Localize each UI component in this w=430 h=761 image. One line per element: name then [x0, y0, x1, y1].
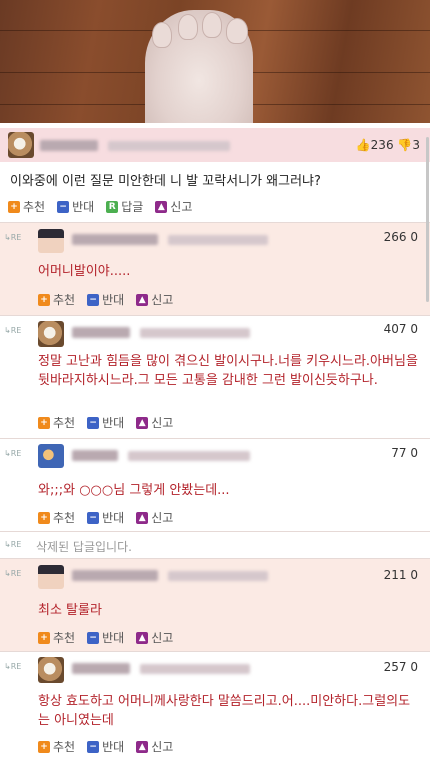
post-actions: + 추천 − 반대 R 답글 ▲ 신고: [8, 198, 192, 215]
re-label: ↳RE: [4, 569, 22, 578]
commenter-avatar[interactable]: [38, 565, 64, 589]
comment-vote-count: 77 0: [391, 446, 418, 460]
comment-date: [140, 664, 250, 674]
comment-item: ↳RE 407 0 정말 고난과 힘듬을 많이 겪으신 발이시구나.너를 키우시…: [0, 316, 430, 438]
recommend-button[interactable]: + 추천: [38, 738, 75, 755]
recommend-button[interactable]: + 추천: [38, 629, 75, 646]
comment-date: [168, 571, 268, 581]
re-label: ↳RE: [4, 540, 22, 549]
comment-actions: + 추천 − 반대 ▲ 신고: [38, 414, 173, 431]
recommend-button[interactable]: + 추천: [8, 198, 45, 215]
comment-actions: + 추천 − 반대 ▲ 신고: [38, 629, 173, 646]
deleted-text: 삭제된 답글입니다.: [36, 540, 132, 554]
vote-up-count: 236: [370, 138, 394, 152]
report-button[interactable]: ▲ 신고: [136, 629, 173, 646]
re-label: ↳RE: [4, 449, 22, 458]
report-icon: ▲: [136, 511, 149, 524]
report-button[interactable]: ▲ 신고: [136, 738, 173, 755]
comment-item: ↳RE 266 0 어머니발이야..... + 추천 − 반대 ▲ 신고: [0, 223, 430, 315]
minus-icon: −: [87, 293, 100, 306]
oppose-button[interactable]: − 반대: [87, 291, 124, 308]
minus-icon: −: [87, 511, 100, 524]
reply-button[interactable]: R 답글: [106, 198, 143, 215]
re-label: ↳RE: [4, 233, 22, 242]
commenter-name[interactable]: [72, 234, 158, 245]
comment-text: 어머니발이야.....: [38, 264, 131, 279]
comment-actions: + 추천 − 반대 ▲ 신고: [38, 509, 173, 526]
report-button[interactable]: ▲ 신고: [136, 414, 173, 431]
author-avatar[interactable]: [8, 132, 34, 158]
post-date: [108, 141, 230, 151]
comment-date: [128, 451, 250, 461]
post-photo: [0, 0, 430, 123]
comment-item: ↳RE 257 0 항상 효도하고 어머니께사랑한다 말씀드리고.어....미안…: [0, 652, 430, 761]
comment-text: 항상 효도하고 어머니께사랑한다 말씀드리고.어....미안하다.그럴의도는 아…: [38, 694, 411, 728]
vote-down-count: 3: [412, 138, 420, 152]
oppose-button[interactable]: − 반대: [87, 738, 124, 755]
comment-vote-count: 407 0: [383, 322, 418, 336]
commenter-avatar[interactable]: [38, 229, 64, 253]
deleted-comment: ↳RE 삭제된 답글입니다.: [0, 532, 430, 558]
oppose-button[interactable]: − 반대: [57, 198, 94, 215]
report-button[interactable]: ▲ 신고: [136, 509, 173, 526]
vote-summary: 👍236 👎3: [356, 138, 420, 152]
scrollbar[interactable]: [426, 137, 429, 302]
comment-date: [140, 328, 250, 338]
oppose-button[interactable]: − 반대: [87, 509, 124, 526]
reply-icon: R: [106, 200, 119, 213]
minus-icon: −: [87, 631, 100, 644]
plus-icon: +: [38, 740, 50, 753]
minus-icon: −: [57, 200, 70, 213]
minus-icon: −: [87, 740, 100, 753]
re-label: ↳RE: [4, 662, 22, 671]
plus-icon: +: [38, 511, 50, 524]
comment-actions: + 추천 − 반대 ▲ 신고: [38, 291, 173, 308]
report-icon: ▲: [136, 293, 149, 306]
comment-vote-count: 211 0: [383, 568, 418, 582]
comment-text: 최소 탈룰라: [38, 603, 102, 618]
report-icon: ▲: [136, 740, 149, 753]
post-title: 이와중에 이런 질문 미안한데 니 발 꼬락서니가 왜그러냐?: [10, 174, 321, 189]
plus-icon: +: [38, 293, 50, 306]
comment-vote-count: 257 0: [383, 660, 418, 674]
comment-text: 정말 고난과 힘듬을 많이 겪으신 발이시구나.너를 키우시느라.아버님을 뒷바…: [38, 354, 418, 388]
plus-icon: +: [38, 416, 50, 429]
post-body: 이와중에 이런 질문 미안한데 니 발 꼬락서니가 왜그러냐? + 추천 − 반대 …: [0, 162, 430, 222]
plus-icon: +: [38, 631, 50, 644]
report-icon: ▲: [136, 416, 149, 429]
comment-text: 와;;;와 ○○○님 그렇게 안봤는데...: [38, 483, 230, 498]
commenter-avatar[interactable]: [38, 321, 64, 347]
plus-icon: +: [8, 200, 20, 213]
minus-icon: −: [87, 416, 100, 429]
re-label: ↳RE: [4, 326, 22, 335]
commenter-avatar[interactable]: [38, 657, 64, 683]
report-icon: ▲: [155, 200, 168, 213]
commenter-name[interactable]: [72, 570, 158, 581]
thumbs-up-icon: 👍: [355, 138, 371, 152]
report-icon: ▲: [136, 631, 149, 644]
comment-item: ↳RE 211 0 최소 탈룰라 + 추천 − 반대 ▲ 신고: [0, 559, 430, 651]
comment-vote-count: 266 0: [383, 230, 418, 244]
oppose-button[interactable]: − 반대: [87, 414, 124, 431]
commenter-name[interactable]: [72, 450, 118, 461]
comment-item: ↳RE 77 0 와;;;와 ○○○님 그렇게 안봤는데... + 추천 − 반대 …: [0, 439, 430, 531]
report-button[interactable]: ▲ 신고: [136, 291, 173, 308]
report-button[interactable]: ▲ 신고: [155, 198, 192, 215]
commenter-name[interactable]: [72, 663, 130, 674]
commenter-avatar[interactable]: [38, 444, 64, 468]
commenter-name[interactable]: [72, 327, 130, 338]
thumbs-down-icon: 👎: [397, 138, 413, 152]
oppose-button[interactable]: − 반대: [87, 629, 124, 646]
comment-date: [168, 235, 268, 245]
recommend-button[interactable]: + 추천: [38, 414, 75, 431]
recommend-button[interactable]: + 추천: [38, 509, 75, 526]
author-name[interactable]: [40, 140, 98, 151]
recommend-button[interactable]: + 추천: [38, 291, 75, 308]
comment-actions: + 추천 − 반대 ▲ 신고: [38, 738, 173, 755]
post-header: 👍236 👎3: [0, 128, 430, 162]
